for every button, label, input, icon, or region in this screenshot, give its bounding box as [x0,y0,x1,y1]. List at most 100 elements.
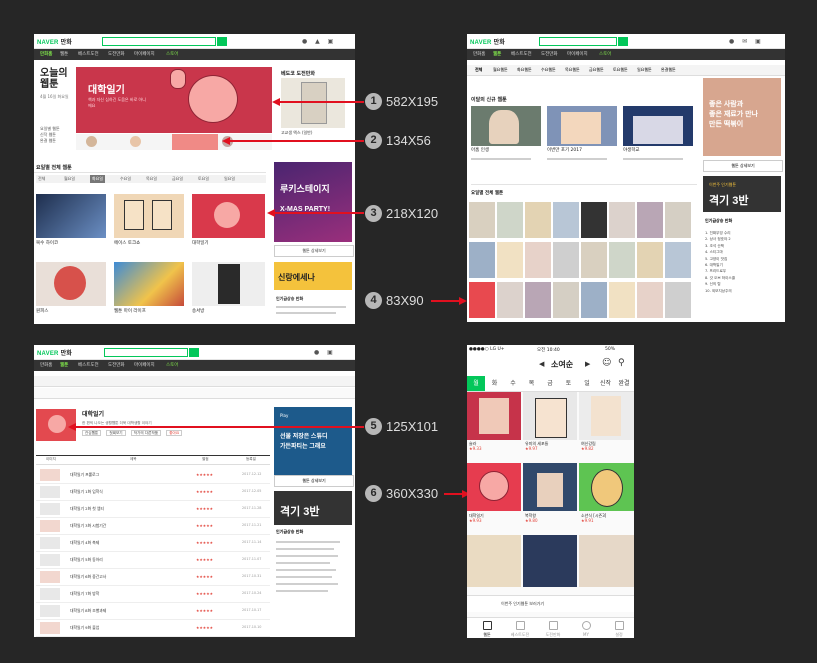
day-tab[interactable]: 수 [504,376,522,391]
episode-title[interactable]: 대학일기 6화 중간고사 [70,574,106,580]
sidebar-ad[interactable]: 좋은 사람과 좋은 재료가 만나 만든 떡볶이 [703,78,781,156]
left-links[interactable]: 요일별 웹툰 신작 웹툰 완결 웹툰 [40,126,60,144]
promo-banner[interactable]: 신랑에세나 [274,262,352,290]
ad-strip[interactable]: 이번주 인기웹툰 보러가기 [467,595,634,612]
nav-item-challenge[interactable]: 도전만화 [108,362,125,368]
sidebar-ad[interactable]: 루키스테이지 X-MAS PARTY! [274,162,352,242]
nav-item-challenge[interactable]: 도전만화 [541,51,558,57]
grid-thumb[interactable] [525,242,551,278]
series-actions[interactable]: 관심웹툰 첫회보기 작가의 다른작품 좋아요 [82,430,183,436]
episode-title[interactable]: 대학일기 1화 입학식 [70,489,103,495]
nav-item-store[interactable]: 스토어 [599,51,611,57]
bottom-nav-item[interactable]: 도전만화 [539,621,567,638]
selected-thumb[interactable] [172,134,218,150]
search-input[interactable] [104,348,188,357]
day-tab[interactable]: 신작 [597,376,615,391]
search-button[interactable] [189,348,199,357]
sidebar-art[interactable] [281,78,345,128]
mobile-thumb[interactable] [523,392,577,440]
search-input[interactable] [102,37,216,46]
webtoon-thumb[interactable] [36,194,106,238]
grid-thumb[interactable] [637,202,663,238]
search-button[interactable] [618,37,628,46]
nav-item-home[interactable]: 만화홈 [40,51,52,57]
ad-button[interactable]: 웹툰 상세보기 [274,245,354,257]
mobile-thumb[interactable] [467,392,521,440]
tab[interactable]: 전체 [475,67,482,73]
tab[interactable]: 일요웹툰 [637,67,652,73]
bottom-nav-item[interactable]: 설정 [605,621,633,638]
emoji-icon[interactable]: ☺ [602,358,611,368]
episode-title[interactable]: 대학일기 프롤로그 [70,472,99,478]
bottom-nav-item[interactable]: 웹툰 [473,621,501,638]
nav-item-best[interactable]: 베스트도전 [78,51,99,57]
naver-logo[interactable]: NAVER 만화 [37,348,72,357]
webtoon-thumb-selected[interactable] [192,194,265,238]
table-row[interactable]: 대학일기 7화 방학 ★★★★★ 2017.10.24 [36,586,270,603]
mobile-thumb-selected[interactable] [467,463,521,511]
mobile-thumb[interactable] [523,463,577,511]
header-icons[interactable]: ● ▣ [314,349,336,356]
new-webtoon-thumb[interactable] [623,106,693,146]
mobile-thumb[interactable] [579,463,634,511]
episode-title[interactable]: 대학일기 4화 축제 [70,540,99,546]
table-row[interactable]: 대학일기 1화 입학식 ★★★★★ 2017.12.05 [36,484,270,501]
episode-title[interactable]: 대학일기 5화 동아리 [70,557,103,563]
search-input[interactable] [539,37,617,46]
naver-logo[interactable]: NAVER 만화 [37,37,72,46]
search-icon[interactable]: ⚲ [618,358,625,368]
promo-banner[interactable]: 격기 3반 [274,491,352,525]
bottom-nav-item[interactable]: 베스트도전 [506,621,534,638]
nav-item-home[interactable]: 만화홈 [40,362,52,368]
mini-avatar[interactable] [130,136,141,147]
back-arrow-icon[interactable]: ◀ [539,360,544,368]
webtoon-thumb[interactable] [114,262,184,306]
grid-thumb[interactable] [497,282,523,318]
tab[interactable]: 완결웹툰 [661,67,676,73]
day-tab[interactable]: 일 [578,376,596,391]
day-tab[interactable]: 완결 [615,376,633,391]
nav-item-store[interactable]: 스토어 [166,362,178,368]
nav-item-challenge[interactable]: 도전만화 [108,51,125,57]
day-tab[interactable]: 월 [467,376,485,391]
nav-item-mypage[interactable]: 마이페이지 [134,51,155,57]
header-icons[interactable]: ● ✉ ▣ [729,38,764,45]
grid-thumb[interactable] [469,242,495,278]
forward-arrow-icon[interactable]: ▶ [585,360,590,368]
day-tab[interactable]: 목 [523,376,541,391]
grid-thumb[interactable] [637,282,663,318]
episode-title[interactable]: 대학일기 2화 첫 엠티 [70,506,104,512]
search-button[interactable] [217,37,227,46]
day-filters[interactable]: 전체 월요일 화요일 수요일 목요일 금요일 토요일 일요일 [36,175,266,183]
nav-item-best[interactable]: 베스트도전 [511,51,532,57]
bottom-nav-item[interactable]: MY [572,621,600,637]
grid-thumb[interactable] [665,202,691,238]
table-row[interactable]: 대학일기 3화 시험기간 ★★★★★ 2017.11.21 [36,518,270,535]
day-tab[interactable]: 금 [541,376,559,391]
new-webtoon-thumb[interactable] [547,106,617,146]
rank-list[interactable]: 1. 진짜무빙 수리 2. 상사 정호야 2 3. 조석 산책 4. 스티그마 5. 고… [705,230,735,294]
naver-logo[interactable]: NAVER 만화 [470,37,505,46]
grid-thumb[interactable] [553,202,579,238]
grid-thumb[interactable] [637,242,663,278]
episode-title[interactable]: 대학일기 7화 방학 [70,591,99,597]
mini-avatar[interactable] [86,136,97,147]
mobile-thumb[interactable] [579,535,634,587]
grid-thumb[interactable] [553,282,579,318]
mobile-thumb[interactable] [467,535,521,587]
sub-tabs[interactable] [34,388,355,399]
webtoon-thumb[interactable] [36,262,106,306]
hero-banner[interactable]: 대학일기 책과 자신 심하긴 도움은 바로 아니에요 [76,67,272,133]
grid-thumb[interactable] [665,242,691,278]
nav-item-webtoon[interactable]: 웹툰 [60,362,68,368]
nav-item-webtoon[interactable]: 웹툰 [493,51,501,57]
grid-thumb[interactable] [469,202,495,238]
nav-item-mypage[interactable]: 마이페이지 [567,51,588,57]
grid-thumb[interactable] [665,282,691,318]
mobile-thumb[interactable] [523,535,577,587]
tab[interactable]: 월요웹툰 [493,67,508,73]
grid-thumb[interactable] [581,242,607,278]
nav-item-home[interactable]: 만화홈 [473,51,485,57]
mobile-thumb[interactable] [579,392,634,440]
table-row[interactable]: 대학일기 6화 중간고사 ★★★★★ 2017.10.31 [36,569,270,586]
